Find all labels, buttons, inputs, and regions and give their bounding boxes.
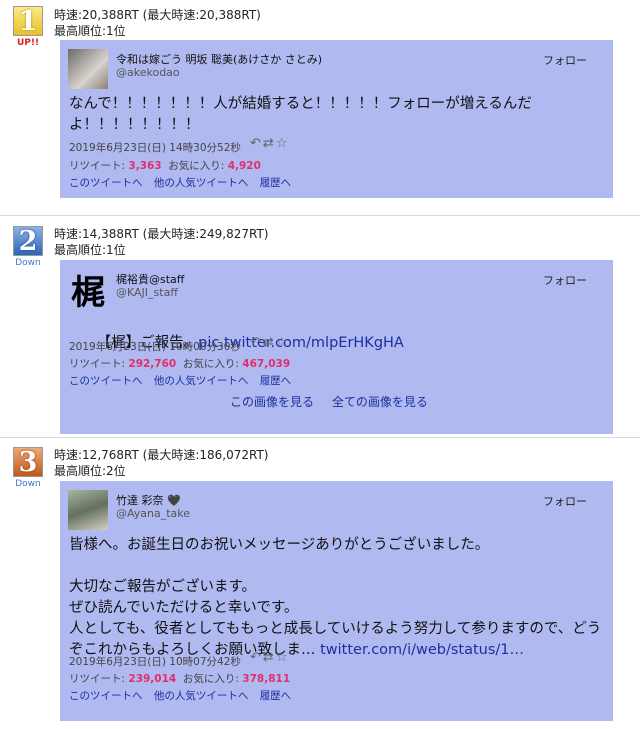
retweet-count: 239,014 — [128, 673, 177, 685]
rank-badge: 2 — [13, 226, 43, 257]
avatar[interactable] — [68, 490, 108, 530]
tweet-counts: リツイート: 292,760 お気に入り: 467,039 — [69, 356, 290, 371]
tweet-links: このツイートへ 他の人気ツイートへ 履歴へ — [69, 175, 299, 190]
view-all-images-link[interactable]: 全ての画像を見る — [332, 395, 428, 409]
tweet-counts: リツイート: 3,363 お気に入り: 4,920 — [69, 158, 261, 173]
tweet-actions: ↶⇄☆ — [250, 650, 289, 665]
tweet-link[interactable]: このツイートへ — [69, 375, 143, 387]
tweet-actions: ↶⇄☆ — [250, 335, 289, 350]
best-rank: 最高順位:2位 — [54, 464, 126, 478]
user-name[interactable]: 令和は嫁ごう 明坂 聡美(あけさか さとみ) — [116, 51, 322, 67]
tweet-text-body: 皆様へ。お誕生日のお祝いメッセージありがとうございました。 大切なご報告がござい… — [69, 537, 602, 658]
tweet-text: なんで！！！！！！！人が結婚すると！！！！！フォローが増えるんだよ！！！！！！！… — [69, 96, 532, 133]
tweet-date[interactable]: 2019年6月23日(日) 14時30分52秒 — [69, 140, 241, 155]
history-link[interactable]: 履歴へ — [260, 375, 292, 387]
user-handle[interactable]: @KAJI_staff — [116, 286, 178, 299]
retweet-icon[interactable]: ⇄ — [263, 136, 276, 151]
rt-speed: 時速:12,768RT (最大時速:186,072RT) — [54, 448, 269, 462]
reply-icon[interactable]: ↶ — [250, 335, 263, 350]
tweet-status-link[interactable]: twitter.com/i/web/status/1… — [320, 642, 524, 658]
avatar[interactable]: 梶 — [68, 269, 108, 313]
favorite-icon[interactable]: ☆ — [276, 136, 290, 151]
tweet-card: 梶 梶裕貴@staff @KAJI_staff フォロー 【梶】ご報告。pic.… — [60, 260, 613, 434]
favorite-icon[interactable]: ☆ — [276, 335, 290, 350]
view-image-link[interactable]: この画像を見る — [230, 395, 314, 409]
follow-button[interactable]: フォロー — [543, 52, 587, 68]
favorite-count: 378,811 — [242, 673, 291, 685]
tweet-link[interactable]: このツイートへ — [69, 177, 143, 189]
favorite-icon[interactable]: ☆ — [276, 650, 290, 665]
avatar[interactable] — [68, 49, 108, 89]
reply-icon[interactable]: ↶ — [250, 136, 263, 151]
divider — [0, 215, 640, 216]
user-name[interactable]: 梶裕貴@staff — [116, 271, 184, 287]
tweet-card: 竹達 彩奈 🖤 @Ayana_take フォロー 皆様へ。お誕生日のお祝いメッセ… — [60, 481, 613, 721]
tweet-links: このツイートへ 他の人気ツイートへ 履歴へ — [69, 373, 299, 388]
retweet-count: 3,363 — [128, 160, 162, 172]
retweet-icon[interactable]: ⇄ — [263, 650, 276, 665]
user-handle[interactable]: @Ayana_take — [116, 507, 190, 520]
tweet-link[interactable]: このツイートへ — [69, 690, 143, 702]
retweet-icon[interactable]: ⇄ — [263, 335, 276, 350]
tweet-links: このツイートへ 他の人気ツイートへ 履歴へ — [69, 688, 299, 703]
rank-change-label: UP!! — [16, 38, 40, 48]
popular-tweets-link[interactable]: 他の人気ツイートへ — [154, 375, 249, 387]
tweet-date[interactable]: 2019年6月23日(日) 10時00分30秒 — [69, 339, 241, 354]
history-link[interactable]: 履歴へ — [260, 690, 292, 702]
follow-button[interactable]: フォロー — [543, 493, 587, 509]
tweet-actions: ↶⇄☆ — [250, 136, 289, 151]
history-link[interactable]: 履歴へ — [260, 177, 292, 189]
retweet-count-label: リツイート: — [69, 160, 126, 172]
tweet-counts: リツイート: 239,014 お気に入り: 378,811 — [69, 671, 290, 686]
divider — [0, 437, 640, 438]
image-links: この画像を見る 全ての画像を見る — [230, 393, 442, 410]
rank-badge: 1 — [13, 6, 43, 37]
rank-change-label: Down — [15, 258, 41, 268]
rank-badge: 3 — [13, 447, 43, 478]
rt-speed: 時速:14,388RT (最大時速:249,827RT) — [54, 227, 269, 241]
user-handle[interactable]: @akekodao — [116, 66, 180, 79]
retweet-count-label: リツイート: — [69, 673, 126, 685]
heart-icon: 🖤 — [167, 494, 181, 507]
favorite-count: 467,039 — [242, 358, 291, 370]
reply-icon[interactable]: ↶ — [250, 650, 263, 665]
favorite-count: 4,920 — [227, 160, 261, 172]
rt-speed: 時速:20,388RT (最大時速:20,388RT) — [54, 8, 261, 22]
tweet-text: 皆様へ。お誕生日のお祝いメッセージありがとうございました。 大切なご報告がござい… — [69, 535, 604, 661]
user-name[interactable]: 竹達 彩奈 🖤 — [116, 492, 181, 508]
best-rank: 最高順位:1位 — [54, 243, 126, 257]
best-rank: 最高順位:1位 — [54, 24, 126, 38]
retweet-count-label: リツイート: — [69, 358, 126, 370]
popular-tweets-link[interactable]: 他の人気ツイートへ — [154, 177, 249, 189]
tweet-card: 令和は嫁ごう 明坂 聡美(あけさか さとみ) @akekodao フォロー なん… — [60, 40, 613, 198]
favorite-count-label: お気に入り: — [182, 673, 239, 685]
favorite-count-label: お気に入り: — [168, 160, 225, 172]
rank-change-label: Down — [15, 479, 41, 489]
follow-button[interactable]: フォロー — [543, 272, 587, 288]
favorite-count-label: お気に入り: — [182, 358, 239, 370]
popular-tweets-link[interactable]: 他の人気ツイートへ — [154, 690, 249, 702]
retweet-count: 292,760 — [128, 358, 177, 370]
tweet-date[interactable]: 2019年6月23日(日) 10時07分42秒 — [69, 654, 241, 669]
